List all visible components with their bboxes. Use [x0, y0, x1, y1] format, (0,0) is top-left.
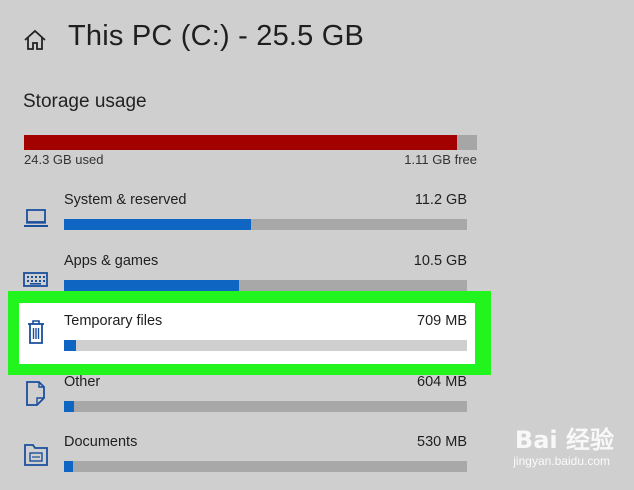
category-usage-bar — [64, 340, 467, 351]
category-size: 10.5 GB — [413, 253, 467, 269]
category-usage-fill — [64, 340, 76, 351]
category-size: 530 MB — [417, 434, 467, 450]
header: This PC (C:) - 25.5 GB — [0, 0, 634, 80]
category-documents[interactable]: Documents 530 MB — [0, 434, 634, 490]
free-space-label: 1.11 GB free — [404, 152, 477, 167]
category-usage-bar — [64, 461, 467, 472]
laptop-icon — [22, 204, 50, 232]
used-space-label: 24.3 GB used — [24, 152, 104, 167]
home-button[interactable] — [22, 27, 48, 53]
keyboard-icon — [22, 265, 50, 293]
page-title: This PC (C:) - 25.5 GB — [68, 20, 365, 52]
category-usage-bar — [64, 219, 467, 230]
category-size: 11.2 GB — [414, 192, 467, 208]
category-label: Temporary files — [64, 313, 163, 329]
category-label: Other — [64, 374, 101, 390]
category-apps-games[interactable]: Apps & games 10.5 GB — [0, 253, 634, 309]
total-usage-fill — [24, 135, 457, 150]
home-icon — [24, 29, 46, 50]
category-usage-fill — [64, 461, 73, 472]
total-usage-bar — [24, 135, 477, 150]
trash-icon — [22, 317, 50, 345]
category-other[interactable]: Other 604 MB — [0, 374, 634, 430]
category-label: Documents — [64, 434, 138, 450]
category-label: Apps & games — [64, 253, 159, 269]
category-size: 604 MB — [417, 374, 467, 390]
category-usage-fill — [64, 280, 239, 291]
category-system-reserved[interactable]: System & reserved 11.2 GB — [0, 192, 634, 248]
document-icon — [22, 378, 50, 406]
storage-usage-heading: Storage usage — [23, 91, 147, 112]
category-usage-fill — [64, 219, 251, 230]
category-size: 709 MB — [417, 313, 467, 329]
category-usage-bar — [64, 401, 467, 412]
category-usage-fill — [64, 401, 75, 412]
folder-icon — [22, 438, 50, 466]
category-temporary-files[interactable]: Temporary files 709 MB — [0, 313, 634, 369]
category-label: System & reserved — [64, 192, 187, 208]
category-usage-bar — [64, 280, 467, 291]
